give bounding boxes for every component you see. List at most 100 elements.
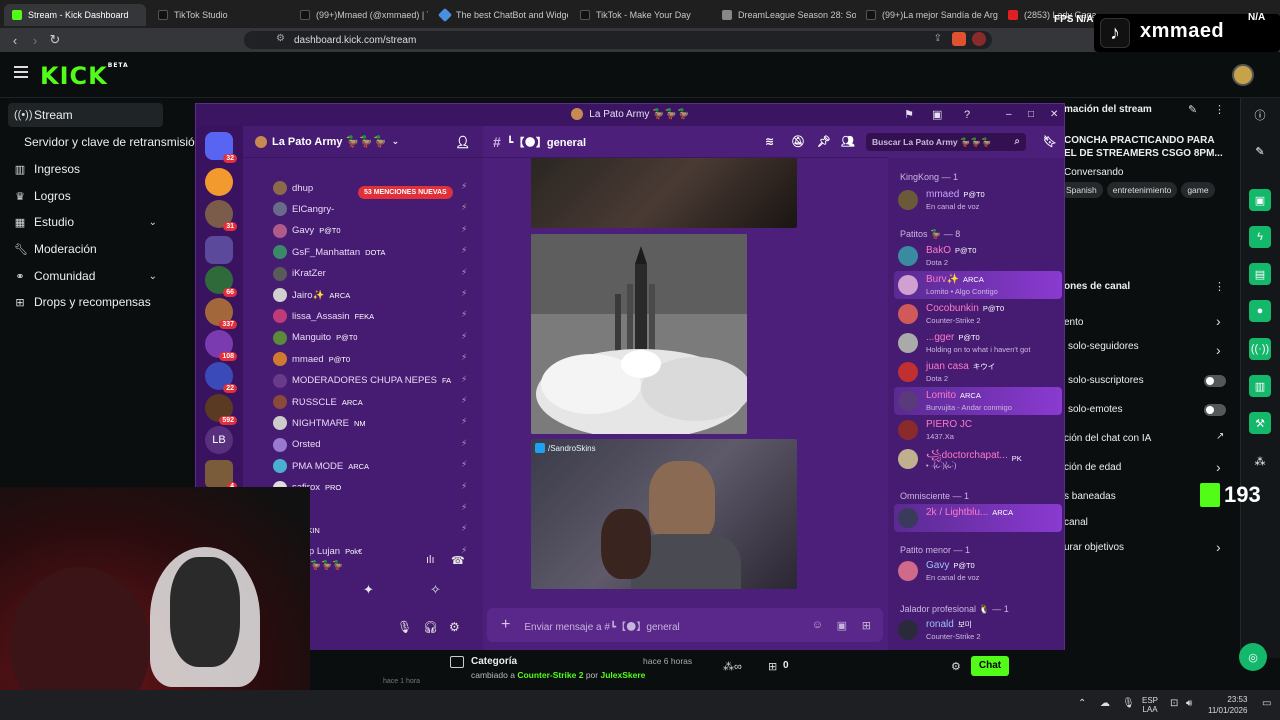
- microphone-icon[interactable]: 🎙︎: [397, 620, 412, 634]
- pin-icon[interactable]: 📌︎: [817, 135, 831, 148]
- sidebar-item-stream[interactable]: ((•)) Stream: [8, 103, 163, 127]
- back-icon[interactable]: ‹: [6, 31, 24, 49]
- chevron-right-icon[interactable]: ›: [1216, 459, 1221, 475]
- member-row[interactable]: ...gger P@T0 Holding on to what i haven't …: [894, 329, 1062, 357]
- server-icon[interactable]: 22: [205, 362, 237, 393]
- layout-icon[interactable]: ▥: [1249, 375, 1271, 397]
- member-row[interactable]: Lomito ARCA Burvujita - Andar conmigo: [894, 387, 1062, 415]
- emotes-only-toggle[interactable]: [1204, 404, 1226, 416]
- members-icon[interactable]: 👥︎: [841, 135, 855, 148]
- subscribers-only-toggle[interactable]: [1204, 375, 1226, 387]
- site-info-icon[interactable]: ⚙: [276, 33, 285, 44]
- voice-member[interactable]: PMA MODE ARCA: [273, 456, 463, 476]
- edit-icon[interactable]: ✎: [1188, 103, 1197, 116]
- option-label[interactable]: s baneadas: [1064, 491, 1116, 502]
- sidebar-item-comunidad[interactable]: ⚭ Comunidad ⌄: [8, 264, 163, 288]
- server-icon[interactable]: 31: [205, 200, 237, 231]
- server-icon[interactable]: 592: [205, 394, 237, 425]
- option-label[interactable]: ento: [1064, 317, 1083, 328]
- close-icon[interactable]: ✕: [1050, 104, 1058, 126]
- disconnect-icon[interactable]: ☎: [451, 554, 465, 567]
- gif-icon[interactable]: ▣: [837, 619, 847, 632]
- voice-member[interactable]: MODERADORES CHUPA NEPES FA: [273, 371, 463, 391]
- volume-icon[interactable]: 🔊︎: [1186, 698, 1192, 709]
- voice-member[interactable]: Orsted: [273, 435, 463, 455]
- sidebar-item-logros[interactable]: ♛ Logros: [8, 184, 163, 208]
- member-row[interactable]: ꧁doctorchapat... PK • ·(̷̀ᴗ·̀)(̷̀ᴗ·̀): [894, 445, 1062, 473]
- activities-icon[interactable]: ✦: [363, 582, 374, 598]
- member-row[interactable]: ronald 보미 Counter-Strike 2: [894, 616, 1062, 644]
- search-input[interactable]: Buscar La Pato Army 🦆🦆🦆 ⌕: [866, 133, 1026, 151]
- chat-image-photo[interactable]: /SandroSkins: [531, 439, 797, 589]
- add-attachment-icon[interactable]: +: [501, 616, 510, 634]
- tab-tiktok-profile[interactable]: (99+)Mmaed (@xmmaed) | TikTok: [292, 4, 428, 26]
- member-row[interactable]: juan casa キウイ Dota 2: [894, 358, 1062, 386]
- chevron-up-icon[interactable]: ⌃: [1078, 698, 1086, 709]
- chat-image[interactable]: [531, 158, 797, 228]
- soundboard-icon[interactable]: ılı: [426, 554, 435, 566]
- document-icon[interactable]: ▤: [1249, 263, 1271, 285]
- share-icon[interactable]: ⇪: [934, 33, 942, 44]
- option-label[interactable]: solo-seguidores: [1068, 341, 1139, 352]
- server-header[interactable]: La Pato Army 🦆🦆🦆 ⌄ 👤︎: [243, 126, 483, 158]
- server-icon[interactable]: [205, 168, 233, 196]
- chat-image-rocket[interactable]: [531, 234, 747, 434]
- notifications-icon[interactable]: 🔕︎: [791, 135, 805, 148]
- voice-member[interactable]: Jairo✨ ARCA: [273, 285, 463, 305]
- minimize-icon[interactable]: –: [1006, 104, 1012, 126]
- brave-shield-icon[interactable]: [952, 32, 966, 46]
- member-row[interactable]: PIERO JC 1437.Xa: [894, 416, 1062, 444]
- voice-member[interactable]: dhup: [273, 178, 463, 198]
- info-icon[interactable]: ⓘ: [1249, 104, 1271, 126]
- chat-button[interactable]: Chat: [971, 656, 1009, 676]
- member-row[interactable]: Burv✨ ARCA Lomito • Algo Contigo: [894, 271, 1062, 299]
- tag-chip[interactable]: Spanish: [1060, 182, 1103, 198]
- option-label[interactable]: urar objetivos: [1064, 542, 1124, 553]
- option-label[interactable]: ción de edad: [1064, 462, 1121, 473]
- server-lb[interactable]: LB: [205, 426, 233, 454]
- tab-dreamleague[interactable]: DreamLeague Season 28: South...: [714, 4, 856, 26]
- tab-kick-dashboard[interactable]: Stream - Kick Dashboard: [4, 4, 146, 26]
- add-member-icon[interactable]: 👤︎: [455, 135, 470, 149]
- voice-member[interactable]: ɌƲSSCLE ARCA: [273, 392, 463, 412]
- inbox-icon[interactable]: 🔖︎: [1043, 135, 1057, 148]
- voice-member[interactable]: lissa_Assasin FEKA: [273, 306, 463, 326]
- lightning-icon[interactable]: ϟ: [1249, 226, 1271, 248]
- sidebar-item-estudio[interactable]: ▦ Estudio ⌄: [8, 210, 163, 234]
- wrench-icon[interactable]: ⚒: [1249, 412, 1271, 434]
- maximize-icon[interactable]: □: [1028, 104, 1034, 126]
- reload-icon[interactable]: ↻: [46, 31, 64, 49]
- clip-icon[interactable]: ▣: [1249, 189, 1271, 211]
- tab-tiktok-studio[interactable]: TikTok Studio: [150, 4, 290, 26]
- message-input[interactable]: + Enviar mensaje a #┗【🌑】general ☺ ▣ ⊞: [487, 608, 883, 642]
- settings-icon[interactable]: ⚙: [951, 660, 961, 673]
- broadcast-icon[interactable]: ((·)): [1249, 338, 1271, 360]
- option-label[interactable]: solo-suscriptores: [1068, 375, 1144, 386]
- chevron-right-icon[interactable]: ›: [1216, 342, 1221, 358]
- member-row[interactable]: mmaed P@T0 En canal de voz: [894, 186, 1062, 214]
- member-row[interactable]: Gavy P@T0 En canal de voz: [894, 557, 1062, 585]
- voice-member[interactable]: NIGHTMARE NM: [273, 413, 463, 433]
- notification-icon[interactable]: ▭: [1262, 698, 1271, 709]
- forward-icon[interactable]: ›: [26, 31, 44, 49]
- inbox-icon[interactable]: ⚑: [904, 104, 914, 126]
- screen-icon[interactable]: ▣: [932, 104, 942, 126]
- folder-icon[interactable]: [205, 236, 233, 264]
- voice-member[interactable]: ElCangry-: [273, 199, 463, 219]
- cloud-icon[interactable]: ☁: [1100, 698, 1110, 709]
- soundboard-icon[interactable]: ✧: [430, 582, 441, 598]
- share-nodes-icon[interactable]: ⁂: [1249, 450, 1271, 472]
- gift-icon[interactable]: ⊞: [862, 619, 871, 632]
- tag-chip[interactable]: game: [1181, 182, 1215, 198]
- tag-chip[interactable]: entretenimiento: [1106, 182, 1178, 198]
- option-label[interactable]: solo-emotes: [1068, 404, 1122, 415]
- emoji-icon[interactable]: ☺: [812, 619, 823, 631]
- headphones-icon[interactable]: 🎧︎: [423, 620, 438, 634]
- tab-chatbot[interactable]: The best ChatBot and Widgets: [432, 4, 568, 26]
- chat-bubble-icon[interactable]: ●: [1249, 300, 1271, 322]
- discord-home-icon[interactable]: 32: [205, 132, 237, 163]
- chevron-right-icon[interactable]: ›: [1216, 313, 1221, 329]
- sidebar-item-drops[interactable]: ⊞ Drops y recompensas: [8, 290, 163, 314]
- server-icon[interactable]: 66: [205, 266, 237, 297]
- kick-logo[interactable]: KICKBETA: [40, 62, 129, 90]
